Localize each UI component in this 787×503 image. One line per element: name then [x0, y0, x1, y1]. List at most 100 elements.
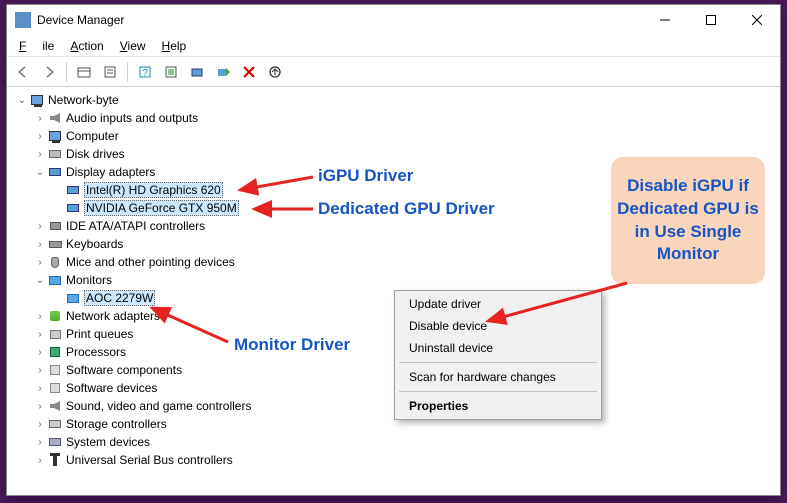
ctx-scan-hardware[interactable]: Scan for hardware changes — [397, 366, 599, 388]
chevron-right-icon[interactable]: › — [33, 383, 47, 394]
window-title: Device Manager — [37, 13, 642, 27]
tree-item-label: AOC 2279W — [84, 290, 155, 306]
menu-help[interactable]: Help — [154, 37, 195, 55]
tree-item-label: Software components — [66, 363, 182, 377]
chevron-right-icon[interactable]: › — [33, 347, 47, 358]
chevron-right-icon[interactable]: › — [33, 149, 47, 160]
display-icon — [65, 201, 81, 215]
annotation-callout: Disable iGPU if Dedicated GPU is in Use … — [611, 157, 765, 284]
tree-item-label: Audio inputs and outputs — [66, 111, 198, 125]
net-icon — [47, 309, 63, 323]
nav-forward-button[interactable] — [37, 60, 61, 84]
tree-item-label: Print queues — [66, 327, 133, 341]
show-hidden-button[interactable] — [72, 60, 96, 84]
cpu-icon — [47, 345, 63, 359]
ctx-disable-device[interactable]: Disable device — [397, 315, 599, 337]
chevron-right-icon[interactable]: › — [33, 365, 47, 376]
tree-item-label: NVIDIA GeForce GTX 950M — [84, 200, 239, 216]
tree-item-label: Storage controllers — [66, 417, 167, 431]
menubar: File Action View Help — [7, 35, 780, 57]
speaker-icon — [47, 111, 63, 125]
tree-item-label: Computer — [66, 129, 119, 143]
tree-item-usb[interactable]: › Universal Serial Bus controllers — [11, 451, 778, 469]
chevron-down-icon[interactable]: ⌄ — [33, 275, 47, 286]
tree-root[interactable]: ⌄ Network-byte — [11, 91, 778, 109]
minimize-button[interactable] — [642, 5, 688, 35]
chevron-right-icon[interactable]: › — [33, 455, 47, 466]
menu-view[interactable]: View — [112, 37, 154, 55]
enable-device-button[interactable] — [211, 60, 235, 84]
chevron-right-icon[interactable]: › — [33, 131, 47, 142]
tree-item-computer[interactable]: › Computer — [11, 127, 778, 145]
chevron-right-icon[interactable]: › — [33, 257, 47, 268]
pc-icon — [47, 129, 63, 143]
store-icon — [47, 417, 63, 431]
tree-item-label: Disk drives — [66, 147, 125, 161]
ctx-properties[interactable]: Properties — [397, 395, 599, 417]
pc-icon — [29, 93, 45, 107]
ctx-separator — [399, 391, 597, 392]
ide-icon — [47, 219, 63, 233]
display-icon — [65, 183, 81, 197]
tree-item-label: Mice and other pointing devices — [66, 255, 235, 269]
chevron-right-icon[interactable]: › — [33, 221, 47, 232]
chevron-right-icon[interactable]: › — [33, 311, 47, 322]
kb-icon — [47, 237, 63, 251]
toolbar-sep — [127, 62, 128, 82]
tree-item-label: Sound, video and game controllers — [66, 399, 251, 413]
sw-icon — [47, 363, 63, 377]
sys-icon — [47, 435, 63, 449]
root-label: Network-byte — [48, 93, 119, 107]
chevron-right-icon[interactable]: › — [33, 239, 47, 250]
tree-item-label: IDE ATA/ATAPI controllers — [66, 219, 205, 233]
svg-text:?: ? — [142, 68, 148, 79]
toolbar-sep — [66, 62, 67, 82]
chevron-right-icon[interactable]: › — [33, 419, 47, 430]
menu-action[interactable]: Action — [62, 37, 111, 55]
annotation-monitor: Monitor Driver — [234, 335, 350, 355]
titlebar[interactable]: Device Manager — [7, 5, 780, 35]
chevron-right-icon[interactable]: › — [33, 437, 47, 448]
tree-item-label: Software devices — [66, 381, 157, 395]
mon-icon — [65, 291, 81, 305]
nav-back-button[interactable] — [11, 60, 35, 84]
menu-file[interactable]: File — [11, 37, 62, 55]
chevron-down-icon[interactable]: ⌄ — [15, 95, 29, 106]
tree-item-label: System devices — [66, 435, 150, 449]
close-button[interactable] — [734, 5, 780, 35]
help-button[interactable]: ? — [133, 60, 157, 84]
chevron-right-icon[interactable]: › — [33, 401, 47, 412]
toolbar: ? — [7, 57, 780, 87]
tree-item-sys[interactable]: › System devices — [11, 433, 778, 451]
tree-item-label: Monitors — [66, 273, 112, 287]
tree-item-label: Display adapters — [66, 165, 155, 179]
update-driver-button[interactable] — [185, 60, 209, 84]
ctx-separator — [399, 362, 597, 363]
chevron-down-icon[interactable]: ⌄ — [33, 167, 47, 178]
annotation-dgpu: Dedicated GPU Driver — [318, 199, 495, 219]
display-icon — [47, 165, 63, 179]
tree-item-audio[interactable]: › Audio inputs and outputs — [11, 109, 778, 127]
ctx-update-driver[interactable]: Update driver — [397, 293, 599, 315]
chevron-right-icon[interactable]: › — [33, 329, 47, 340]
properties-button[interactable] — [98, 60, 122, 84]
mon-icon — [47, 273, 63, 287]
tree-item-label: Processors — [66, 345, 126, 359]
tree-item-label: Universal Serial Bus controllers — [66, 453, 233, 467]
chevron-right-icon[interactable]: › — [33, 113, 47, 124]
tree-item-label: Network adapters — [66, 309, 160, 323]
mouse-icon — [47, 255, 63, 269]
disk-icon — [47, 147, 63, 161]
annotation-igpu: iGPU Driver — [318, 166, 413, 186]
tree-item-label: Keyboards — [66, 237, 123, 251]
snd-icon — [47, 399, 63, 413]
context-menu: Update driver Disable device Uninstall d… — [394, 290, 602, 420]
uninstall-device-button[interactable] — [263, 60, 287, 84]
ctx-uninstall-device[interactable]: Uninstall device — [397, 337, 599, 359]
maximize-button[interactable] — [688, 5, 734, 35]
queue-icon — [47, 327, 63, 341]
disable-device-button[interactable] — [237, 60, 261, 84]
usb-icon — [47, 453, 63, 467]
app-icon — [15, 12, 31, 28]
scan-button[interactable] — [159, 60, 183, 84]
